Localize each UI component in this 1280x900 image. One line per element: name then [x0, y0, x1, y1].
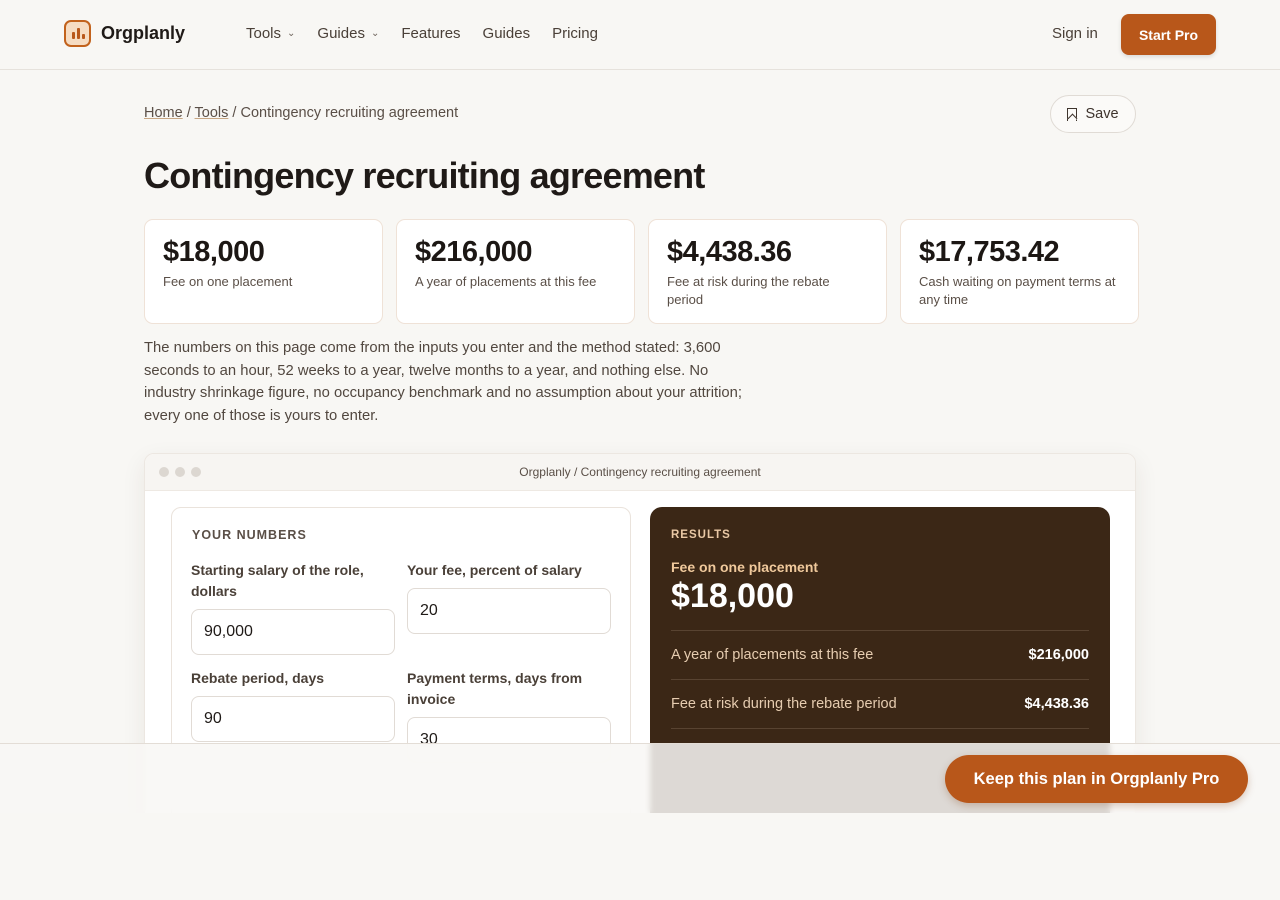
breadcrumb: Home / Tools / Contingency recruiting ag…: [144, 105, 458, 121]
brand-link[interactable]: Orgplanly: [64, 20, 185, 47]
stat-value: $4,438.36: [667, 236, 792, 268]
result-row: Fee at risk during the rebate period $4,…: [671, 679, 1089, 728]
salary-label: Starting salary of the role, dollars: [191, 562, 364, 599]
sticky-cta-bar: Keep this plan in Orgplanly Pro: [0, 743, 1280, 813]
chevron-down-icon: ⌄: [370, 28, 380, 39]
nav-tools-label: Tools: [246, 25, 282, 42]
stat-label: A year of placements at this fee: [415, 274, 597, 289]
stat-card: $4,438.36 Fee at risk during the rebate …: [648, 219, 887, 324]
stat-card: $216,000 A year of placements at this fe…: [396, 219, 635, 324]
headline-value: $18,000: [671, 577, 794, 615]
nav-features[interactable]: Features: [401, 25, 460, 42]
start-pro-button[interactable]: Start Pro: [1121, 14, 1216, 55]
rebate-label: Rebate period, days: [191, 670, 325, 686]
logo-icon: [64, 20, 91, 47]
summary-stats: $18,000 Fee on one placement $216,000 A …: [144, 219, 1139, 324]
headline-label: Fee on one placement: [671, 559, 819, 575]
nav-features-label: Features: [401, 25, 461, 42]
window-titlebar: Orgplanly / Contingency recruiting agree…: [145, 454, 1135, 491]
result-row: A year of placements at this fee $216,00…: [671, 630, 1089, 679]
fee-field: Your fee, percent of salary 20: [407, 560, 611, 634]
nav-pricing[interactable]: Pricing: [552, 25, 598, 42]
nav-guides[interactable]: Guides: [483, 25, 531, 42]
rebate-field: Rebate period, days 90: [191, 668, 395, 742]
main-nav: Tools ⌄ Guides ⌄ Features Guides Pricing: [246, 25, 598, 42]
stat-label: Cash waiting on payment terms at any tim…: [919, 274, 1116, 307]
breadcrumb-home[interactable]: Home: [144, 105, 183, 121]
brand-name: Orgplanly: [101, 23, 186, 43]
terms-label: Payment terms, days from invoice: [407, 670, 583, 707]
fee-input[interactable]: 20: [407, 588, 611, 634]
rebate-input[interactable]: 90: [191, 696, 395, 742]
result-label: Fee at risk during the rebate period: [671, 696, 897, 712]
result-value: $216,000: [1028, 647, 1089, 663]
top-navigation-bar: Orgplanly Tools ⌄ Guides ⌄ Features Guid…: [0, 0, 1280, 70]
breadcrumb-separator: /: [232, 105, 237, 121]
save-button[interactable]: Save: [1050, 95, 1136, 133]
inputs-title: YOUR NUMBERS: [192, 528, 307, 542]
stat-card: $18,000 Fee on one placement: [144, 219, 383, 324]
nav-guides-label: Guides: [482, 25, 531, 42]
sign-in-link[interactable]: Sign in: [1052, 25, 1098, 42]
stat-value: $216,000: [415, 236, 532, 268]
bookmark-icon: [1067, 107, 1078, 121]
breadcrumb-separator: /: [186, 105, 191, 121]
results-title: RESULTS: [671, 529, 731, 541]
window-title: Orgplanly / Contingency recruiting agree…: [519, 465, 761, 479]
save-label: Save: [1085, 106, 1119, 122]
stat-label: Fee at risk during the rebate period: [667, 274, 830, 307]
stat-value: $18,000: [163, 236, 265, 268]
stat-value: $17,753.42: [919, 236, 1060, 268]
salary-field: Starting salary of the role, dollars 90,…: [191, 560, 395, 655]
keep-plan-button[interactable]: Keep this plan in Orgplanly Pro: [945, 755, 1248, 803]
stat-label: Fee on one placement: [163, 274, 293, 289]
chevron-down-icon: ⌄: [287, 28, 296, 39]
breadcrumb-current: Contingency recruiting agreement: [240, 105, 459, 121]
nav-tools[interactable]: Tools ⌄: [246, 25, 295, 42]
nav-guides-menu[interactable]: Guides ⌄: [317, 25, 379, 42]
nav-guides-menu-label: Guides: [317, 25, 365, 42]
page-title: Contingency recruiting agreement: [144, 155, 705, 196]
breadcrumb-tools[interactable]: Tools: [195, 105, 229, 121]
intro-paragraph: The numbers on this page come from the i…: [144, 340, 742, 425]
stat-card: $17,753.42 Cash waiting on payment terms…: [900, 219, 1139, 324]
nav-pricing-label: Pricing: [552, 25, 598, 42]
result-label: A year of placements at this fee: [671, 647, 874, 663]
fee-label: Your fee, percent of salary: [407, 562, 582, 578]
result-value: $4,438.36: [1024, 696, 1089, 712]
salary-input[interactable]: 90,000: [191, 609, 395, 655]
page-bottom: [0, 813, 1280, 900]
